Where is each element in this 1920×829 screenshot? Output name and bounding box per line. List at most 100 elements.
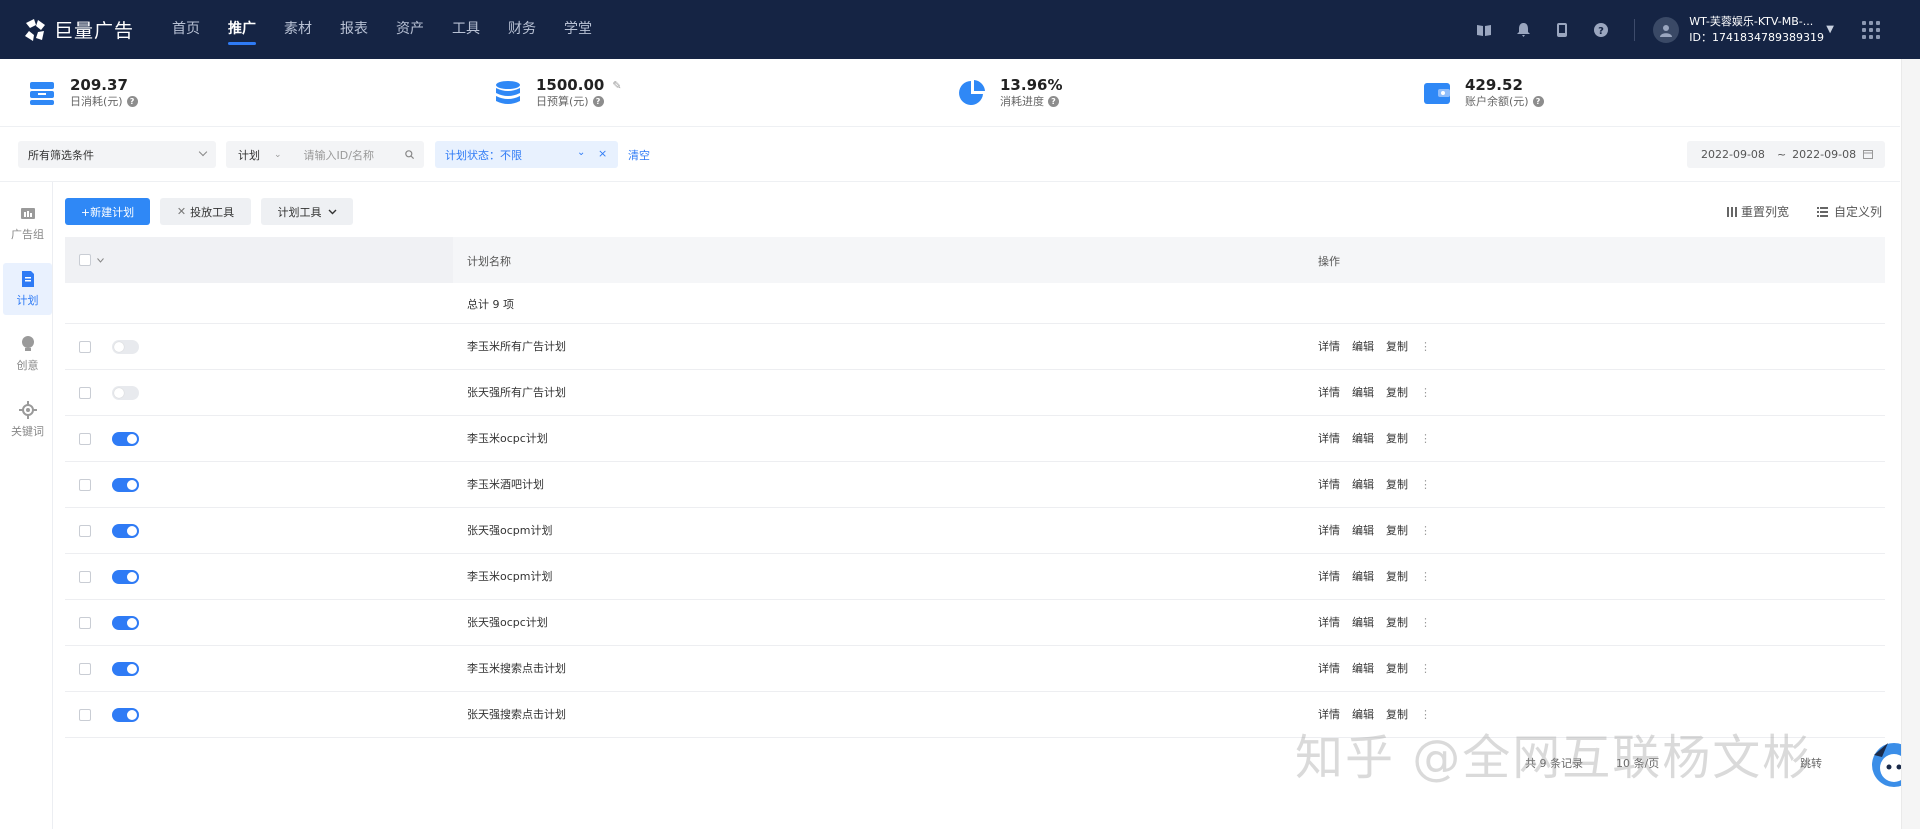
edit-link[interactable]: 编辑	[1352, 600, 1374, 646]
status-toggle[interactable]	[112, 570, 139, 584]
avatar[interactable]	[1653, 16, 1680, 43]
detail-link[interactable]: 详情	[1318, 416, 1340, 462]
chevron-down-icon[interactable]: ⌄	[577, 147, 585, 158]
more-icon[interactable]: ⋮	[1420, 600, 1431, 646]
sidebar-item-plan[interactable]: 计划	[3, 263, 52, 315]
more-icon[interactable]: ⋮	[1420, 508, 1431, 554]
status-toggle[interactable]	[112, 524, 139, 538]
row-checkbox[interactable]	[79, 617, 91, 629]
bell-icon[interactable]	[1513, 20, 1533, 40]
nav-item-7[interactable]: 学堂	[564, 0, 592, 59]
copy-link[interactable]: 复制	[1386, 462, 1408, 508]
copy-link[interactable]: 复制	[1386, 370, 1408, 416]
more-icon[interactable]: ⋮	[1420, 554, 1431, 600]
row-checkbox[interactable]	[79, 479, 91, 491]
detail-link[interactable]: 详情	[1318, 370, 1340, 416]
chevron-down-icon[interactable]: ⌄	[274, 150, 282, 160]
column-header-name[interactable]: 计划名称	[467, 253, 511, 269]
caret-down-icon[interactable]: ▼	[1826, 24, 1834, 35]
nav-item-3[interactable]: 报表	[340, 0, 368, 59]
edit-link[interactable]: 编辑	[1352, 370, 1374, 416]
row-checkbox[interactable]	[79, 663, 91, 675]
reset-column-width-button[interactable]: 重置列宽	[1727, 203, 1789, 220]
nav-item-6[interactable]: 财务	[508, 0, 536, 59]
row-checkbox[interactable]	[79, 387, 91, 399]
status-toggle[interactable]	[112, 662, 139, 676]
copy-link[interactable]: 复制	[1386, 600, 1408, 646]
detail-link[interactable]: 详情	[1318, 324, 1340, 370]
plan-name[interactable]: 李玉米ocpc计划	[467, 416, 548, 462]
nav-item-5[interactable]: 工具	[452, 0, 480, 59]
account-info[interactable]: WT-芙蓉娱乐-KTV-MB-... ID：1741834789389319	[1689, 14, 1824, 46]
status-toggle[interactable]	[112, 708, 139, 722]
help-icon[interactable]: ?	[592, 96, 604, 107]
plan-name[interactable]: 张天强搜索点击计划	[467, 692, 566, 738]
edit-link[interactable]: 编辑	[1352, 554, 1374, 600]
more-icon[interactable]: ⋮	[1420, 646, 1431, 692]
more-icon[interactable]: ⋮	[1420, 416, 1431, 462]
copy-link[interactable]: 复制	[1386, 554, 1408, 600]
status-toggle[interactable]	[112, 340, 139, 354]
nav-item-1[interactable]: 推广	[228, 0, 256, 59]
help-icon[interactable]: ?	[126, 96, 138, 107]
clear-filters-link[interactable]: 清空	[628, 147, 650, 163]
close-icon[interactable]: ×	[598, 147, 607, 160]
plan-name[interactable]: 李玉米ocpm计划	[467, 554, 552, 600]
row-checkbox[interactable]	[79, 341, 91, 353]
delivery-tool-button[interactable]: ✕ 投放工具	[160, 198, 251, 225]
all-conditions-select[interactable]: 所有筛选条件	[18, 141, 216, 168]
search-icon[interactable]	[405, 150, 414, 159]
row-checkbox[interactable]	[79, 571, 91, 583]
phone-icon[interactable]	[1552, 20, 1572, 40]
status-toggle[interactable]	[112, 616, 139, 630]
search-input[interactable]: 请输入ID/名称	[304, 147, 374, 163]
detail-link[interactable]: 详情	[1318, 554, 1340, 600]
status-toggle[interactable]	[112, 432, 139, 446]
copy-link[interactable]: 复制	[1386, 324, 1408, 370]
more-icon[interactable]: ⋮	[1420, 324, 1431, 370]
edit-link[interactable]: 编辑	[1352, 462, 1374, 508]
select-all-checkbox[interactable]	[79, 254, 91, 266]
app-grid-icon[interactable]	[1862, 20, 1880, 39]
plan-status-filter[interactable]: 计划状态： 不限 ⌄ ×	[435, 141, 618, 168]
plan-tool-dropdown[interactable]: 计划工具	[261, 198, 353, 225]
plan-name[interactable]: 李玉米所有广告计划	[467, 324, 566, 370]
sidebar-item-keyword[interactable]: 关键词	[3, 394, 52, 446]
plan-name[interactable]: 张天强ocpm计划	[467, 508, 552, 554]
new-plan-button[interactable]: +新建计划	[65, 198, 150, 225]
brand-logo[interactable]: 巨量广告	[22, 16, 150, 43]
detail-link[interactable]: 详情	[1318, 600, 1340, 646]
edit-icon[interactable]: ✎	[612, 77, 621, 94]
help-icon[interactable]: ?	[1048, 96, 1059, 107]
plan-name[interactable]: 张天强所有广告计划	[467, 370, 566, 416]
copy-link[interactable]: 复制	[1386, 646, 1408, 692]
custom-columns-button[interactable]: 自定义列	[1817, 203, 1882, 220]
more-icon[interactable]: ⋮	[1420, 370, 1431, 416]
row-checkbox[interactable]	[79, 525, 91, 537]
vertical-scrollbar[interactable]	[1901, 59, 1920, 829]
row-checkbox[interactable]	[79, 709, 91, 721]
plan-name[interactable]: 张天强ocpc计划	[467, 600, 548, 646]
chevron-down-icon[interactable]	[97, 258, 104, 263]
detail-link[interactable]: 详情	[1318, 508, 1340, 554]
sidebar-item-creative[interactable]: 创意	[3, 328, 52, 380]
row-checkbox[interactable]	[79, 433, 91, 445]
copy-link[interactable]: 复制	[1386, 508, 1408, 554]
edit-link[interactable]: 编辑	[1352, 646, 1374, 692]
detail-link[interactable]: 详情	[1318, 462, 1340, 508]
date-range-picker[interactable]: 2022-09-08 ~ 2022-09-08	[1687, 141, 1885, 168]
detail-link[interactable]: 详情	[1318, 646, 1340, 692]
more-icon[interactable]: ⋮	[1420, 462, 1431, 508]
status-toggle[interactable]	[112, 386, 139, 400]
plan-name[interactable]: 李玉米搜索点击计划	[467, 646, 566, 692]
edit-link[interactable]: 编辑	[1352, 416, 1374, 462]
edit-link[interactable]: 编辑	[1352, 324, 1374, 370]
book-icon[interactable]	[1474, 20, 1494, 40]
help-icon[interactable]: ?	[1532, 96, 1544, 107]
help-icon[interactable]: ?	[1591, 20, 1611, 40]
sidebar-item-ad-group[interactable]: 广告组	[3, 197, 52, 249]
nav-item-0[interactable]: 首页	[172, 0, 200, 59]
nav-item-4[interactable]: 资产	[396, 0, 424, 59]
nav-item-2[interactable]: 素材	[284, 0, 312, 59]
scope-select[interactable]: 计划	[238, 147, 260, 163]
